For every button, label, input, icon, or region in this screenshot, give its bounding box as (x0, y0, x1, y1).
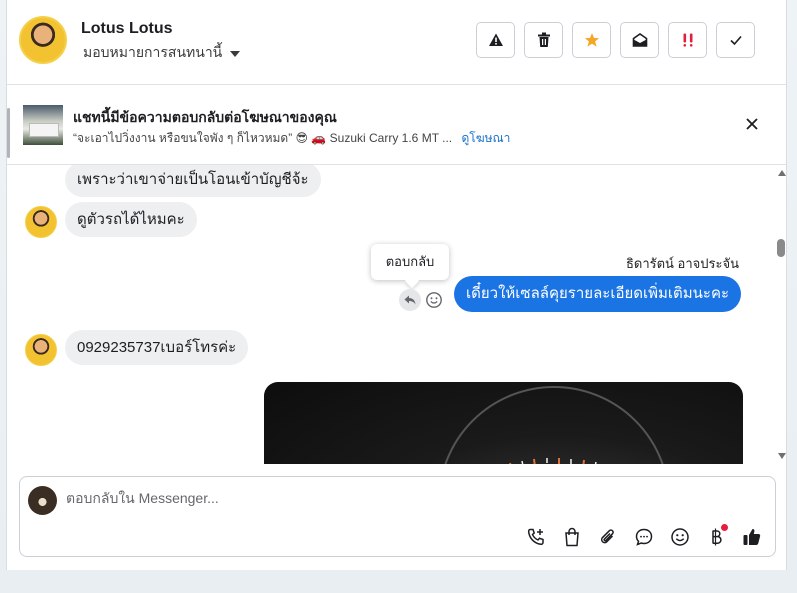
outgoing-message[interactable]: เดี๋ยวให้เซลล์คุยรายละเอียดเพิ่มเติมนะคะ (454, 276, 742, 312)
assign-label: มอบหมายการสนทนานี้ (83, 44, 223, 60)
trash-icon (537, 32, 550, 47)
call-button[interactable] (523, 524, 549, 550)
phone-add-icon (527, 528, 544, 546)
contact-avatar-small (25, 206, 57, 238)
attach-button[interactable] (595, 524, 621, 550)
conversation-toolbar (476, 22, 755, 58)
envelope-open-icon (632, 33, 647, 47)
star-button[interactable] (572, 22, 611, 58)
attached-photo[interactable]: 120 (264, 382, 743, 464)
scroll-up-arrow[interactable] (778, 170, 786, 176)
ad-reply-banner: แชทนี้มีข้อความตอบกลับต่อโฆษณาของคุณ “จะ… (7, 85, 786, 165)
reply-input[interactable] (66, 490, 666, 506)
composer-toolbar (523, 524, 765, 550)
incoming-message[interactable]: ดูตัวรถได้ไหมคะ (65, 202, 197, 237)
assign-conversation-dropdown[interactable]: มอบหมายการสนทนานี้ (83, 42, 241, 64)
ad-banner-title: แชทนี้มีข้อความตอบกลับต่อโฆษณาของคุณ (73, 109, 337, 125)
double-exclamation-icon (683, 33, 692, 47)
incoming-message[interactable]: เพราะว่าเขาจ่ายเป็นโอนเข้าบัญชีจ้ะ (65, 165, 321, 197)
reply-icon (404, 295, 416, 305)
message-thread: เพราะว่าเขาจ่ายเป็นโอนเข้าบัญชีจ้ะ ดูตัว… (7, 165, 777, 464)
scroll-thumb[interactable] (777, 239, 785, 257)
caret-down-icon (230, 50, 241, 57)
delete-button[interactable] (524, 22, 563, 58)
priority-button[interactable] (668, 22, 707, 58)
notification-dot (721, 524, 728, 531)
star-icon (584, 33, 599, 47)
incoming-message[interactable]: 0929235737เบอร์โทรค่ะ (65, 330, 249, 365)
ad-banner-subtitle: “จะเอาไปวิ่งงาน หรือขนใจพัง ๆ ก็ไหวหมด” … (73, 129, 510, 148)
paperclip-icon (600, 529, 614, 544)
checkmark-icon (729, 35, 742, 46)
done-button[interactable] (716, 22, 755, 58)
panel-resize-handle[interactable] (7, 108, 10, 158)
sender-name: ธิดารัตน์ อาจประจัน (625, 256, 739, 271)
scroll-down-arrow[interactable] (778, 453, 786, 459)
emoji-button[interactable] (667, 524, 693, 550)
reply-button[interactable] (399, 289, 421, 311)
contact-avatar[interactable] (19, 16, 67, 64)
contact-avatar-small (25, 334, 57, 366)
like-button[interactable] (739, 524, 765, 550)
close-icon (746, 118, 758, 130)
warning-icon (488, 33, 503, 46)
conversation-header: Lotus Lotus มอบหมายการสนทนานี้ (7, 0, 786, 85)
page-avatar (28, 486, 57, 515)
dashboard-gauge-image: 120 (444, 386, 664, 464)
contact-name[interactable]: Lotus Lotus (81, 20, 173, 38)
payment-button[interactable] (703, 524, 729, 550)
message-composer (19, 476, 776, 557)
chat-bubble-icon (635, 528, 653, 546)
shopping-bag-icon (565, 527, 579, 547)
saved-replies-button[interactable] (631, 524, 657, 550)
view-ad-link[interactable]: ดูโฆษณา (461, 131, 510, 145)
shop-button[interactable] (559, 524, 585, 550)
ad-caption: “จะเอาไปวิ่งงาน หรือขนใจพัง ๆ ก็ไหวหมด” … (73, 131, 453, 145)
thread-scrollbar[interactable] (777, 165, 788, 464)
react-button[interactable] (425, 291, 443, 309)
report-button[interactable] (476, 22, 515, 58)
mark-unread-button[interactable] (620, 22, 659, 58)
ad-thumbnail[interactable] (23, 105, 63, 145)
conversation-panel: Lotus Lotus มอบหมายการสนทนานี้ แชทนี้มีข… (6, 0, 787, 570)
thumbs-up-icon (743, 529, 761, 545)
reply-tooltip: ตอบกลับ (371, 244, 449, 280)
smiley-icon (426, 292, 442, 308)
emoji-icon (671, 528, 689, 546)
close-banner-button[interactable] (746, 117, 758, 135)
